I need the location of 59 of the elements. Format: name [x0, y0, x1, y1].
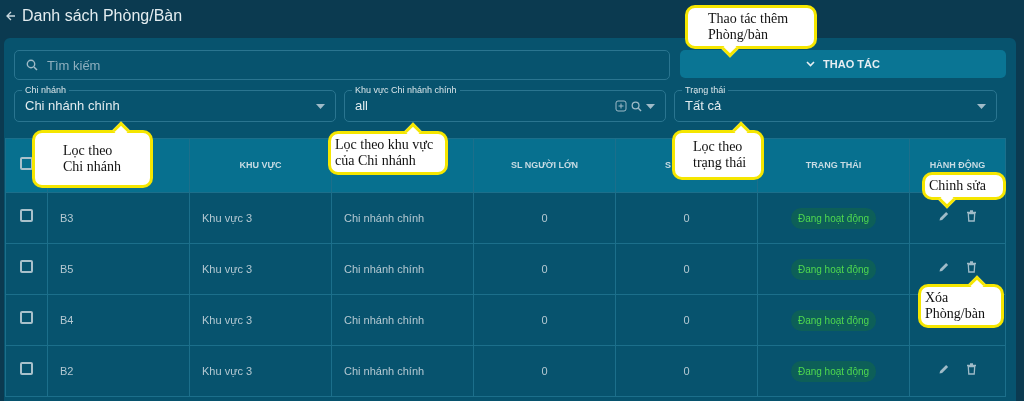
checkbox[interactable]	[20, 260, 33, 274]
table-cell: 0	[541, 211, 548, 224]
checkbox[interactable]	[20, 209, 33, 223]
table-cell: 0	[683, 211, 690, 224]
action-icons[interactable]	[938, 260, 977, 273]
field-value: Chi nhánh chính	[25, 97, 121, 116]
actions-button[interactable]: THAO TÁC	[680, 50, 1006, 78]
table-cell: B5	[60, 262, 74, 275]
table-cell: 0	[541, 313, 548, 326]
field-label: Khu vực Chi nhánh chính	[352, 85, 460, 95]
search-icon[interactable]	[631, 100, 642, 112]
dropdown-caret-icon	[316, 103, 325, 109]
status-badge: Đang hoạt động	[790, 360, 877, 382]
table-cell: Chi nhánh chính	[344, 211, 425, 224]
column-header: SL NGƯỜI LỚN	[510, 159, 579, 170]
table-cell: Khu vực 3	[202, 313, 253, 326]
delete-icon[interactable]	[966, 209, 977, 222]
edit-icon[interactable]	[938, 362, 950, 375]
table-cell: 0	[683, 262, 690, 275]
status-badge: Đang hoạt động	[790, 309, 877, 331]
search-field[interactable]: Tìm kiếm	[14, 50, 670, 80]
field-value: all	[355, 97, 369, 116]
delete-icon[interactable]	[966, 260, 977, 273]
action-icons[interactable]	[938, 209, 977, 222]
back-icon[interactable]	[6, 11, 16, 21]
column-header: KHU VỰC	[239, 159, 282, 170]
table-cell: B4	[60, 313, 74, 326]
status-badge: Đang hoạt động	[790, 207, 877, 229]
table-cell: Chi nhánh chính	[344, 262, 425, 275]
page-title: Danh sách Phòng/Bàn	[22, 6, 183, 26]
delete-icon[interactable]	[966, 362, 977, 375]
checkbox[interactable]	[20, 362, 33, 376]
table-cell: Khu vực 3	[202, 262, 253, 275]
table-cell: 0	[541, 262, 548, 275]
field-label: Chi nhánh	[22, 85, 70, 95]
table-cell: 0	[541, 364, 548, 377]
status-badge: Đang hoạt động	[790, 258, 877, 280]
table-cell: B2	[60, 364, 74, 377]
table-cell: 0	[683, 364, 690, 377]
field-label: Trạng thái	[682, 85, 729, 95]
add-icon[interactable]	[615, 100, 627, 112]
table-cell: Khu vực 3	[202, 364, 253, 377]
dropdown-caret-icon	[646, 103, 655, 109]
table-cell: 0	[683, 313, 690, 326]
field-value: Tất cả	[685, 97, 723, 116]
action-icons[interactable]	[938, 362, 977, 375]
search-icon	[26, 59, 38, 71]
column-header: TRẠNG THÁI	[805, 159, 862, 170]
column-header: S	[665, 159, 671, 170]
table-cell: B3	[60, 211, 74, 224]
edit-icon[interactable]	[938, 209, 950, 222]
table-cell: Chi nhánh chính	[344, 364, 425, 377]
edit-icon[interactable]	[938, 260, 950, 273]
table-cell: Khu vực 3	[202, 211, 253, 224]
column-header: HÀNH ĐỘNG	[929, 159, 986, 170]
checkbox[interactable]	[20, 311, 33, 325]
dropdown-caret-icon	[977, 103, 986, 109]
chevron-down-icon	[806, 61, 816, 67]
table-cell: Chi nhánh chính	[344, 313, 425, 326]
